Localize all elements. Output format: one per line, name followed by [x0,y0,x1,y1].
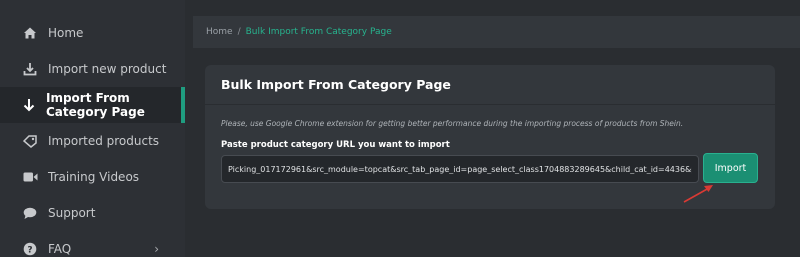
sidebar-item-import-from-category-page[interactable]: Import From Category Page [0,87,185,123]
sidebar-item-label: Support [48,206,96,220]
sidebar-item-home[interactable]: Home [0,15,185,51]
active-indicator [181,87,185,123]
card-divider [205,104,775,105]
sidebar-item-label: Imported products [48,134,160,148]
card-title: Bulk Import From Category Page [221,77,451,92]
category-url-input[interactable] [221,155,699,183]
question-icon: ? [22,241,38,257]
breadcrumb-current: Bulk Import From Category Page [245,27,392,37]
url-field-label: Paste product category URL you want to i… [221,140,450,150]
import-button[interactable]: Import [703,153,758,183]
breadcrumb-home-link[interactable]: Home [206,27,233,37]
browser-note: Please, use Google Chrome extension for … [221,119,684,128]
breadcrumb-separator: / [237,27,241,37]
sidebar-item-label: FAQ [48,242,72,256]
breadcrumb: Home / Bulk Import From Category Page [193,16,800,48]
sidebar-item-imported-products[interactable]: Imported products [0,123,185,159]
arrow-down-icon [22,97,36,113]
chat-icon [22,205,38,221]
sidebar-item-label: Home [48,26,84,40]
svg-text:?: ? [27,245,32,255]
annotation-arrow-icon [683,185,713,203]
sidebar-item-training-videos[interactable]: Training Videos [0,159,185,195]
sidebar-item-faq[interactable]: ? FAQ › [0,231,185,257]
sidebar-item-label: Import new product [48,62,167,76]
video-icon [22,169,38,185]
sidebar-item-label: Import From Category Page [46,91,145,119]
sidebar-item-import-new-product[interactable]: Import new product [0,51,185,87]
sidebar-item-label: Training Videos [48,170,140,184]
chevron-right-icon: › [154,242,159,256]
sidebar: Home Import new product Import From Cate… [0,0,185,257]
sidebar-item-support[interactable]: Support [0,195,185,231]
package-icon [22,133,38,149]
download-icon [22,61,38,77]
home-icon [22,25,38,41]
